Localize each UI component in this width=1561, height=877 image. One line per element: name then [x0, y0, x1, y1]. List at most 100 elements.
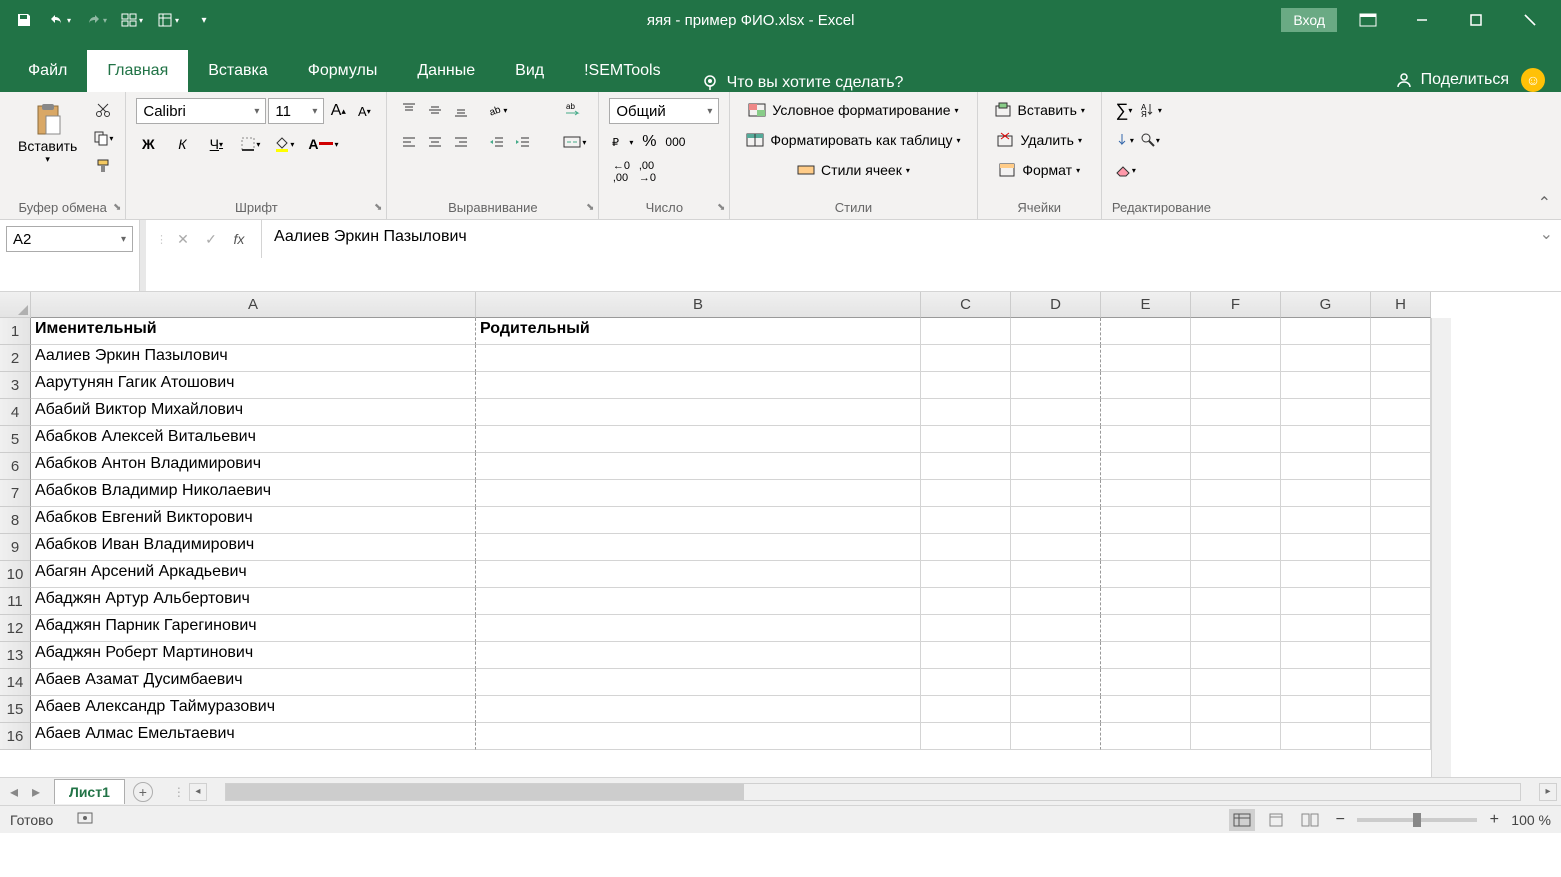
merge-center-icon[interactable]: ▾ — [560, 130, 588, 154]
format-cells-button[interactable]: Формат▾ — [988, 158, 1091, 182]
row-header-10[interactable]: 10 — [0, 561, 31, 588]
cell-F7[interactable] — [1191, 480, 1281, 507]
sort-filter-icon[interactable]: АЯ▾ — [1138, 98, 1164, 122]
cell-C3[interactable] — [921, 372, 1011, 399]
font-name-combo[interactable]: Calibri▾ — [136, 98, 266, 124]
cell-E12[interactable] — [1101, 615, 1191, 642]
align-top-icon[interactable] — [397, 98, 421, 122]
undo-icon[interactable]: ▾ — [44, 6, 76, 34]
zoom-level[interactable]: 100 % — [1511, 812, 1551, 828]
cell-F10[interactable] — [1191, 561, 1281, 588]
cell-E1[interactable] — [1101, 318, 1191, 345]
cell-C9[interactable] — [921, 534, 1011, 561]
cell-B3[interactable] — [476, 372, 921, 399]
cell-H12[interactable] — [1371, 615, 1431, 642]
cell-D10[interactable] — [1011, 561, 1101, 588]
cell-B1[interactable]: Родительный — [476, 318, 921, 345]
borders-icon[interactable]: ▾ — [238, 132, 262, 156]
cell-H2[interactable] — [1371, 345, 1431, 372]
formula-expand-icon[interactable]: ⌄ — [1540, 224, 1553, 244]
cell-A3[interactable]: Аарутунян Гагик Атошович — [31, 372, 476, 399]
name-box[interactable]: A2▾ — [6, 226, 133, 252]
cell-B8[interactable] — [476, 507, 921, 534]
column-header-E[interactable]: E — [1101, 292, 1191, 318]
zoom-out-button[interactable]: − — [1331, 811, 1349, 829]
cell-C15[interactable] — [921, 696, 1011, 723]
normal-view-icon[interactable] — [1229, 809, 1255, 831]
maximize-icon[interactable] — [1453, 4, 1499, 36]
row-header-2[interactable]: 2 — [0, 345, 31, 372]
cell-H13[interactable] — [1371, 642, 1431, 669]
cell-F14[interactable] — [1191, 669, 1281, 696]
cell-D9[interactable] — [1011, 534, 1101, 561]
align-middle-icon[interactable] — [423, 98, 447, 122]
cell-F1[interactable] — [1191, 318, 1281, 345]
cell-D3[interactable] — [1011, 372, 1101, 399]
formula-input[interactable]: Аалиев Эркин Пазылович ⌄ — [262, 220, 1561, 291]
cell-B13[interactable] — [476, 642, 921, 669]
column-header-D[interactable]: D — [1011, 292, 1101, 318]
alignment-launcher-icon[interactable]: ⬊ — [586, 202, 594, 213]
cell-C5[interactable] — [921, 426, 1011, 453]
align-left-icon[interactable] — [397, 130, 421, 154]
decrease-decimal-icon[interactable]: ,00→0 — [635, 160, 659, 184]
tell-me-search[interactable]: Что вы хотите сделать? — [701, 74, 904, 92]
decrease-font-icon[interactable]: A▾ — [352, 99, 376, 123]
ribbon-display-options-icon[interactable] — [1345, 4, 1391, 36]
login-button[interactable]: Вход — [1281, 8, 1337, 32]
bold-button[interactable]: Ж — [136, 132, 160, 156]
cell-B14[interactable] — [476, 669, 921, 696]
percent-icon[interactable]: % — [637, 130, 661, 154]
cell-E13[interactable] — [1101, 642, 1191, 669]
cell-H16[interactable] — [1371, 723, 1431, 750]
cell-A13[interactable]: Абаджян Роберт Мартинович — [31, 642, 476, 669]
font-launcher-icon[interactable]: ⬊ — [374, 202, 382, 213]
cell-H5[interactable] — [1371, 426, 1431, 453]
row-header-13[interactable]: 13 — [0, 642, 31, 669]
vertical-scrollbar[interactable] — [1431, 318, 1451, 777]
cell-H10[interactable] — [1371, 561, 1431, 588]
cell-A14[interactable]: Абаев Азамат Дусимбаевич — [31, 669, 476, 696]
horizontal-scrollbar[interactable] — [225, 783, 1521, 801]
cell-F15[interactable] — [1191, 696, 1281, 723]
row-header-16[interactable]: 16 — [0, 723, 31, 750]
cell-D2[interactable] — [1011, 345, 1101, 372]
minimize-icon[interactable] — [1399, 4, 1445, 36]
cell-F9[interactable] — [1191, 534, 1281, 561]
qat-custom2-icon[interactable]: ▾ — [152, 6, 184, 34]
share-button[interactable]: Поделиться — [1395, 71, 1509, 89]
ribbon-collapse-icon[interactable]: ⌃ — [1538, 193, 1551, 213]
cell-B11[interactable] — [476, 588, 921, 615]
sheet-nav-next-icon[interactable]: ▸ — [26, 782, 46, 802]
cell-D7[interactable] — [1011, 480, 1101, 507]
increase-decimal-icon[interactable]: ←0,00 — [609, 160, 633, 184]
cell-F3[interactable] — [1191, 372, 1281, 399]
page-break-view-icon[interactable] — [1297, 809, 1323, 831]
decrease-indent-icon[interactable] — [485, 130, 509, 154]
font-size-combo[interactable]: 11▾ — [268, 98, 324, 124]
orientation-icon[interactable]: ab▾ — [485, 98, 509, 122]
row-header-8[interactable]: 8 — [0, 507, 31, 534]
cell-H9[interactable] — [1371, 534, 1431, 561]
column-header-B[interactable]: B — [476, 292, 921, 318]
column-header-A[interactable]: A — [31, 292, 476, 318]
increase-indent-icon[interactable] — [511, 130, 535, 154]
cell-B7[interactable] — [476, 480, 921, 507]
cell-E6[interactable] — [1101, 453, 1191, 480]
align-bottom-icon[interactable] — [449, 98, 473, 122]
zoom-in-button[interactable]: + — [1485, 811, 1503, 829]
italic-button[interactable]: К — [170, 132, 194, 156]
fill-icon[interactable]: ▾ — [1112, 128, 1136, 152]
cell-E16[interactable] — [1101, 723, 1191, 750]
cell-A2[interactable]: Аалиев Эркин Пазылович — [31, 345, 476, 372]
cell-C16[interactable] — [921, 723, 1011, 750]
enter-formula-icon[interactable]: ✓ — [199, 227, 223, 251]
macro-recorder-icon[interactable] — [77, 811, 93, 828]
format-as-table-button[interactable]: Форматировать как таблицу▾ — [740, 128, 966, 152]
insert-cells-button[interactable]: Вставить▾ — [988, 98, 1091, 122]
cell-B6[interactable] — [476, 453, 921, 480]
cell-D13[interactable] — [1011, 642, 1101, 669]
find-select-icon[interactable]: ▾ — [1138, 128, 1162, 152]
cell-H6[interactable] — [1371, 453, 1431, 480]
cell-D15[interactable] — [1011, 696, 1101, 723]
